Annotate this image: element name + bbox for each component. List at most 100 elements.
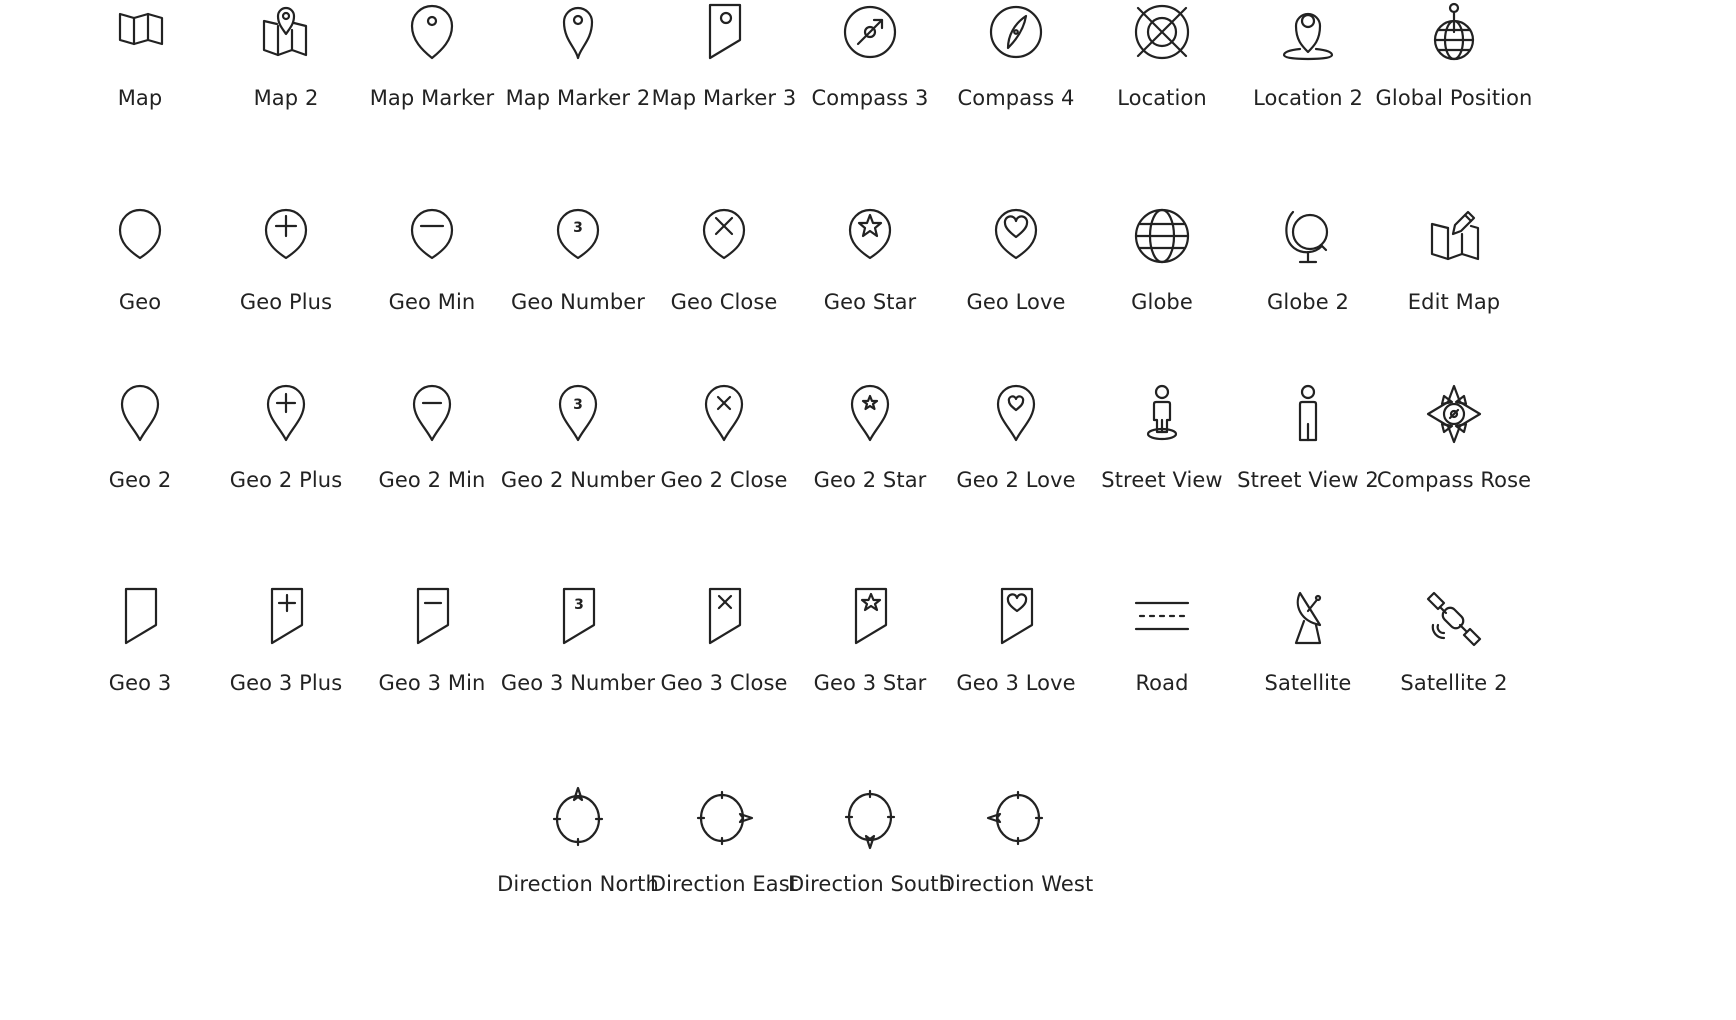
icon-cell-geo[interactable]: Geo [60,204,220,316]
icon-cell-map-marker-2[interactable]: Map Marker 2 [498,0,658,112]
icon-cell-geo-3[interactable]: Geo 3 [60,585,220,697]
icon-cell-location[interactable]: Location [1082,0,1242,112]
icon-label: Direction West [938,872,1094,896]
icon-cell-compass-3[interactable]: Compass 3 [790,0,950,112]
icon-cell-geo-number[interactable]: 3 Geo Number [498,204,658,316]
icon-cell-geo-2-min[interactable]: Geo 2 Min [352,382,512,494]
icon-label: Satellite [1264,671,1352,695]
geo-love-icon [994,208,1038,260]
icon-cell-geo-min[interactable]: Geo Min [352,204,512,316]
icon-cell-geo-2[interactable]: Geo 2 [60,382,220,494]
icon-cell-geo-close[interactable]: Geo Close [644,204,804,316]
compass-3-icon [843,5,897,59]
geo-number-glyph: 3 [573,220,583,236]
icon-cell-direction-east[interactable]: Direction East [644,786,804,898]
icon-cell-geo-3-love[interactable]: Geo 3 Love [936,585,1096,697]
geo-3-star-icon [854,587,888,645]
icon-label: Geo Number [510,290,646,314]
icon-label: Map Marker 2 [505,86,651,110]
geo-plus-icon [264,208,308,260]
icon-label: Edit Map [1407,290,1501,314]
geo-2-love-icon [996,384,1036,442]
icon-cell-satellite-2[interactable]: Satellite 2 [1374,585,1534,697]
icon-cell-geo-2-close[interactable]: Geo 2 Close [644,382,804,494]
icon-cell-street-view-2[interactable]: Street View 2 [1228,382,1388,494]
icon-label: Globe 2 [1267,290,1349,314]
icon-label: Street View 2 [1237,468,1379,492]
icon-label: Direction North [497,872,659,896]
road-icon [1134,601,1190,631]
geo-number-glyph: 3 [574,597,584,613]
icon-cell-geo-love[interactable]: Geo Love [936,204,1096,316]
icon-cell-geo-2-love[interactable]: Geo 2 Love [936,382,1096,494]
geo-star-icon [848,208,892,260]
icon-label: Compass Rose [1376,468,1532,492]
icon-cell-geo-star[interactable]: Geo Star [790,204,950,316]
geo-3-plus-icon [270,587,304,645]
icon-cell-map-marker-3[interactable]: Map Marker 3 [644,0,804,112]
satellite-dish-icon [1294,591,1322,645]
icon-cell-geo-2-star[interactable]: Geo 2 Star [790,382,950,494]
icon-cell-geo-2-plus[interactable]: Geo 2 Plus [206,382,366,494]
icon-cell-geo-2-number[interactable]: 3 Geo 2 Number [498,382,658,494]
icon-label: Geo 2 Love [956,468,1076,492]
geo-icon [118,208,162,260]
direction-north-icon [552,786,604,847]
geo-close-icon [702,208,746,260]
icon-cell-geo-3-plus[interactable]: Geo 3 Plus [206,585,366,697]
icon-cell-direction-west[interactable]: Direction West [936,786,1096,898]
geo-2-icon [120,384,160,442]
geo-3-min-icon [416,587,450,645]
globe-icon [1134,208,1190,264]
icon-cell-road[interactable]: Road [1082,585,1242,697]
icon-cell-geo-plus[interactable]: Geo Plus [206,204,366,316]
icon-cell-globe-2[interactable]: Globe 2 [1228,204,1388,316]
icon-cell-direction-north[interactable]: Direction North [497,786,659,898]
icon-label: Geo Min [388,290,476,314]
icon-label: Geo Love [966,290,1066,314]
icon-cell-global-position[interactable]: Global Position [1374,0,1534,112]
icon-cell-location-2[interactable]: Location 2 [1228,0,1388,112]
icon-cell-street-view[interactable]: Street View [1082,382,1242,494]
icon-cell-satellite[interactable]: Satellite [1228,585,1388,697]
icon-cell-map-2[interactable]: Map 2 [206,0,366,112]
icon-label: Geo 3 Plus [229,671,343,695]
icon-label: Road [1135,671,1189,695]
icon-label: Geo 3 Min [378,671,486,695]
icon-label: Geo Star [823,290,917,314]
icon-label: Geo 2 Close [660,468,788,492]
icon-cell-compass-4[interactable]: Compass 4 [936,0,1096,112]
icon-cell-globe[interactable]: Globe [1082,204,1242,316]
icon-cell-map[interactable]: Map [60,0,220,112]
direction-west-icon [986,790,1044,846]
satellite-2-icon [1426,591,1482,647]
direction-east-icon [696,790,754,846]
icon-cell-geo-3-min[interactable]: Geo 3 Min [352,585,512,697]
geo-2-number-icon: 3 [558,384,598,442]
map-pin-icon [262,6,308,57]
icon-cell-edit-map[interactable]: Edit Map [1374,204,1534,316]
street-view-2-icon [1298,384,1318,442]
icon-label: Direction East [649,872,799,896]
icon-label: Global Position [1375,86,1533,110]
icon-cell-geo-3-close[interactable]: Geo 3 Close [644,585,804,697]
icon-cell-map-marker[interactable]: Map Marker [352,0,512,112]
icon-cell-geo-3-star[interactable]: Geo 3 Star [790,585,950,697]
globe-2-icon [1285,210,1329,264]
geo-2-star-icon [850,384,890,442]
geo-2-plus-icon [266,384,306,442]
icon-cell-direction-south[interactable]: Direction South [788,786,952,898]
compass-4-icon [989,5,1043,59]
location-2-icon [1282,12,1334,61]
icon-label: Geo Plus [239,290,333,314]
icon-cell-geo-3-number[interactable]: 3 Geo 3 Number [498,585,658,697]
geo-3-number-icon: 3 [562,587,596,645]
street-view-icon [1146,384,1178,441]
location-icon [1134,4,1190,60]
icon-label: Map [117,86,163,110]
icon-cell-compass-rose[interactable]: Compass Rose [1374,382,1534,494]
icon-label: Compass 3 [811,86,929,110]
icon-label: Map Marker [369,86,495,110]
icon-label: Geo Close [670,290,778,314]
direction-south-icon [844,789,896,850]
